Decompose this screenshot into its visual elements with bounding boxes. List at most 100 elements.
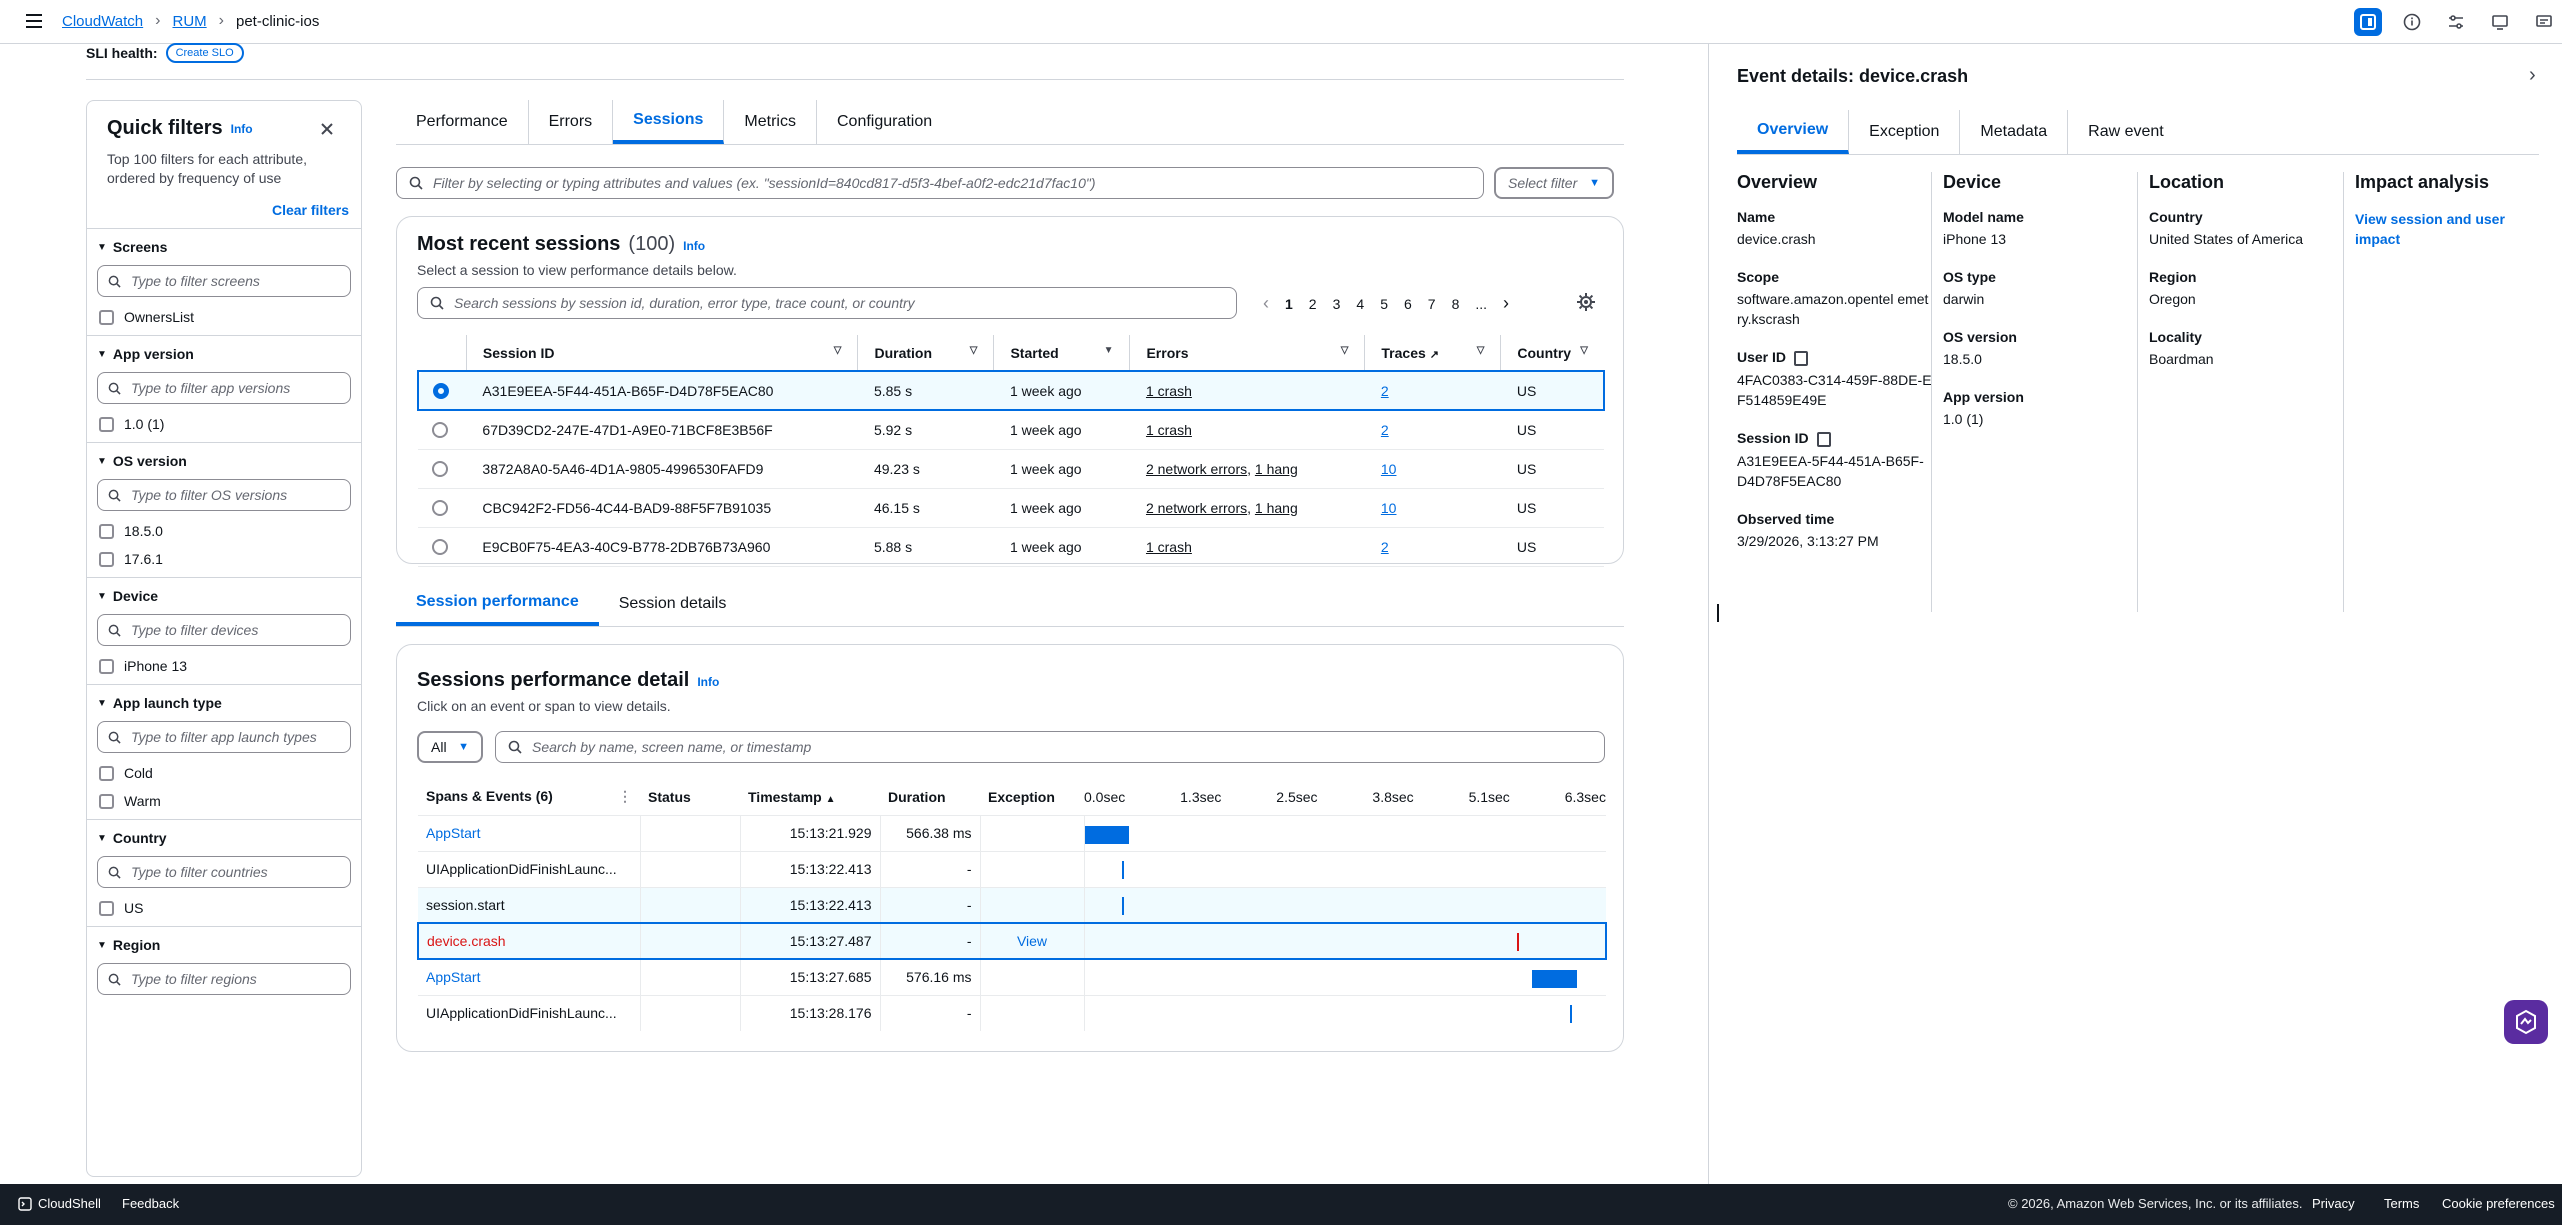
menu-icon[interactable] (24, 10, 46, 32)
tab-session-details[interactable]: Session details (599, 582, 747, 626)
column-started[interactable]: Started ▼ (993, 335, 1130, 372)
tab-exception[interactable]: Exception (1849, 110, 1961, 154)
page-8[interactable]: 8 (1452, 296, 1460, 312)
column-timestamp[interactable]: Timestamp ▲ (740, 779, 880, 815)
tab-errors[interactable]: Errors (529, 100, 614, 144)
traces-link[interactable]: 2 (1381, 383, 1389, 399)
sliders-icon[interactable] (2442, 8, 2470, 36)
sort-icon[interactable]: ▽ (970, 345, 978, 356)
cloudshell-button[interactable]: CloudShell (18, 1196, 101, 1211)
error-link[interactable]: 2 network errors (1146, 500, 1247, 516)
sort-icon[interactable]: ▽ (1341, 345, 1349, 356)
filter-section-header[interactable]: ▼ Region (97, 937, 351, 953)
span-row[interactable]: UIApplicationDidFinishLaunc... 15:13:28.1… (418, 994, 1606, 1031)
page-3[interactable]: 3 (1333, 296, 1341, 312)
radio-button[interactable] (433, 383, 449, 400)
filter-search-input[interactable]: Type to filter app launch types (97, 721, 351, 753)
chevron-right-icon[interactable]: › (2529, 64, 2536, 87)
copy-icon[interactable] (1816, 431, 1831, 447)
page-2[interactable]: 2 (1309, 296, 1317, 312)
filter-option[interactable]: 18.5.0 (97, 523, 351, 539)
checkbox[interactable] (99, 523, 114, 539)
perf-search-input[interactable]: Search by name, screen name, or timestam… (495, 731, 1605, 763)
page-7[interactable]: 7 (1428, 296, 1436, 312)
event-marker[interactable] (1122, 860, 1125, 879)
error-link[interactable]: 1 crash (1146, 539, 1192, 555)
page-1[interactable]: 1 (1285, 296, 1293, 312)
filter-option[interactable]: Cold (97, 765, 351, 781)
table-row[interactable]: E9CB0F75-4EA3-40C9-B778-2DB76B73A960 5.88… (418, 527, 1604, 567)
filter-option[interactable]: US (97, 900, 351, 916)
column-country[interactable]: Country ▽ (1500, 335, 1604, 372)
radio-button[interactable] (432, 539, 448, 556)
span-row[interactable]: session.start 15:13:22.413- (418, 886, 1606, 923)
checkbox[interactable] (99, 900, 114, 916)
row-select[interactable] (418, 527, 467, 567)
tab-sessions[interactable]: Sessions (613, 100, 725, 144)
filter-section-header[interactable]: ▼ Country (97, 830, 351, 846)
breadcrumb-rum[interactable]: RUM (172, 13, 206, 30)
filter-section-header[interactable]: ▼ App launch type (97, 695, 351, 711)
row-select[interactable] (418, 488, 467, 528)
column-status[interactable]: Status (640, 779, 740, 815)
filter-option[interactable]: 17.6.1 (97, 551, 351, 567)
error-link[interactable]: 1 hang (1255, 461, 1298, 477)
filter-section-header[interactable]: ▼ App version (97, 346, 351, 362)
column-errors[interactable]: Errors ▽ (1129, 335, 1365, 372)
column-session-id[interactable]: Session ID ▽ (465, 335, 858, 372)
chevron-right-icon[interactable]: › (1503, 293, 1509, 314)
event-type-dropdown[interactable]: All ▼ (417, 731, 483, 763)
traces-link[interactable]: 10 (1381, 500, 1397, 516)
table-row[interactable]: 3872A8A0-5A46-4D1A-9805-4996530FAFD9 49.2… (418, 449, 1604, 489)
tab-raw-event[interactable]: Raw event (2068, 110, 2184, 154)
view-exception-link[interactable]: View (1017, 933, 1047, 949)
checkbox[interactable] (99, 765, 114, 781)
filter-search-input[interactable]: Type to filter screens (97, 265, 351, 297)
row-select[interactable] (416, 370, 467, 411)
filter-search-input[interactable]: Type to filter app versions (97, 372, 351, 404)
create-slo-button[interactable]: Create SLO (165, 43, 244, 63)
radio-button[interactable] (432, 422, 448, 439)
span-row[interactable]: UIApplicationDidFinishLaunc... 15:13:22.4… (418, 850, 1606, 887)
checkbox[interactable] (99, 551, 114, 567)
settings-gear-icon[interactable] (1572, 291, 1597, 316)
sort-icon[interactable]: ▽ (834, 345, 842, 356)
span-link[interactable]: AppStart (426, 969, 480, 985)
span-row[interactable]: AppStart 15:13:21.929 566.38 ms (418, 814, 1606, 851)
span-row[interactable]: device.crash 15:13:27.487- View (417, 922, 1607, 960)
resize-handle-icon[interactable]: ⋮ (618, 788, 632, 805)
filter-section-header[interactable]: ▼ Screens (97, 239, 351, 255)
column-spans-events-6[interactable]: Spans & Events (6) ⋮ (418, 779, 640, 815)
filter-search-input[interactable]: Type to filter devices (97, 614, 351, 646)
span-link[interactable]: AppStart (426, 825, 480, 841)
info-circle-icon[interactable] (2398, 8, 2426, 36)
perf-info-link[interactable]: Info (697, 675, 719, 689)
filter-search-input[interactable]: Type to filter countries (97, 856, 351, 888)
sort-icon[interactable]: ▼ (1104, 345, 1114, 356)
filter-search-input[interactable]: Type to filter OS versions (97, 479, 351, 511)
event-marker[interactable] (1516, 933, 1519, 951)
page-9[interactable]: ... (1475, 296, 1487, 312)
radio-button[interactable] (432, 500, 448, 517)
quick-filters-info-link[interactable]: Info (231, 122, 253, 136)
span-bar[interactable] (1084, 825, 1129, 844)
event-marker[interactable] (1122, 896, 1125, 915)
copy-icon[interactable] (1794, 350, 1809, 366)
traces-link[interactable]: 2 (1381, 422, 1389, 438)
checkbox[interactable] (99, 309, 114, 325)
page-6[interactable]: 6 (1404, 296, 1412, 312)
tab-performance[interactable]: Performance (396, 100, 529, 144)
filter-option[interactable]: 1.0 (1) (97, 416, 351, 432)
cookie-preferences-link[interactable]: Cookie preferences (2442, 1196, 2555, 1211)
filter-input[interactable]: Filter by selecting or typing attributes… (396, 167, 1484, 199)
page-5[interactable]: 5 (1380, 296, 1388, 312)
filter-search-input[interactable]: Type to filter regions (97, 963, 351, 995)
span-bar[interactable] (1532, 970, 1577, 988)
row-select[interactable] (418, 410, 467, 450)
breadcrumb-cloudwatch[interactable]: CloudWatch (62, 13, 143, 30)
filter-section-header[interactable]: ▼ Device (97, 588, 351, 604)
sort-icon[interactable]: ▽ (1477, 345, 1485, 356)
tab-overview[interactable]: Overview (1737, 110, 1850, 154)
terms-link[interactable]: Terms (2384, 1196, 2419, 1211)
table-row[interactable]: CBC942F2-FD56-4C44-BAD9-88F5F7B91035 46.1… (418, 488, 1604, 528)
